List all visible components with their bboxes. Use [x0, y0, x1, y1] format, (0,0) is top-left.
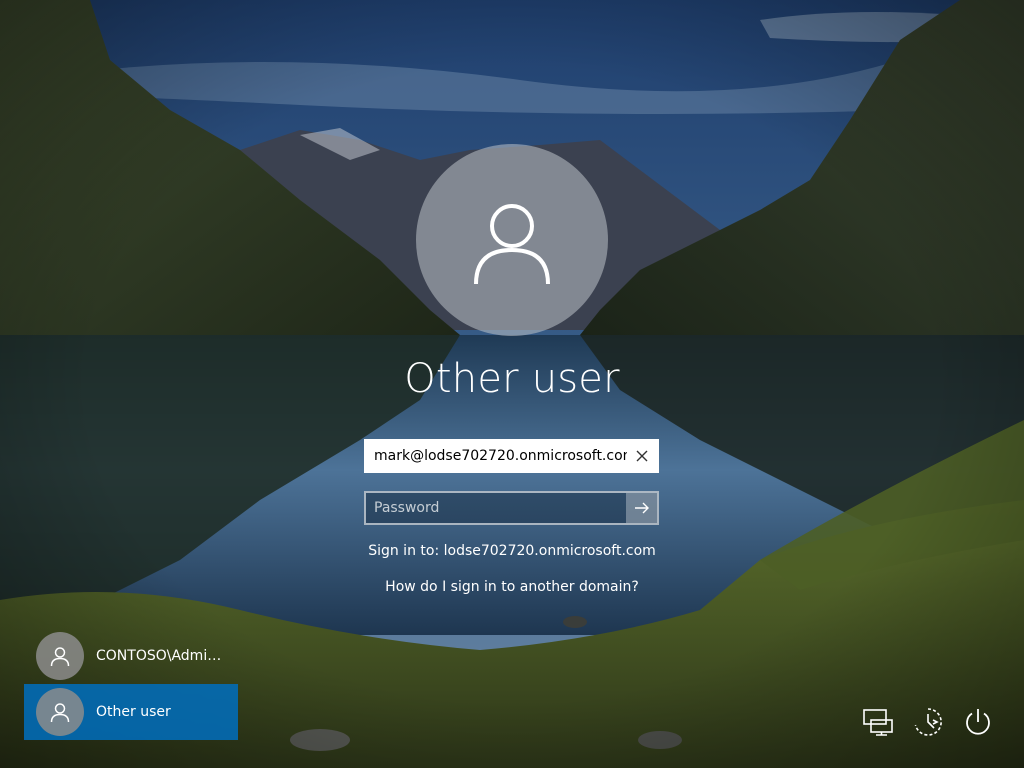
user-icon [50, 647, 70, 667]
network-icon [863, 709, 893, 736]
other-domain-link[interactable]: How do I sign in to another domain? [312, 579, 712, 595]
signin-domain-text: Sign in to: lodse702720.onmicrosoft.com [368, 543, 656, 559]
clear-button[interactable] [627, 441, 657, 471]
password-field[interactable] [364, 491, 659, 525]
submit-button[interactable] [626, 493, 657, 523]
username-input[interactable] [366, 441, 627, 471]
ease-of-access-icon [914, 708, 942, 736]
user-name-title: Other user [404, 356, 620, 402]
user-icon [50, 703, 70, 723]
user-tile-label: CONTOSO\Admin... [96, 648, 228, 664]
user-tile-contoso-admin[interactable]: CONTOSO\Admin... [24, 628, 238, 684]
ease-of-access-button[interactable] [912, 706, 944, 738]
power-icon [966, 709, 990, 735]
user-avatar [416, 144, 608, 336]
system-icons [862, 706, 994, 738]
username-field[interactable] [364, 439, 659, 473]
user-list: CONTOSO\Admin... Other user [24, 628, 238, 740]
close-icon [636, 450, 648, 462]
power-button[interactable] [962, 706, 994, 738]
user-tile-label: Other user [96, 704, 171, 720]
avatar [36, 688, 84, 736]
network-button[interactable] [862, 706, 894, 738]
password-input[interactable] [366, 493, 626, 523]
user-icon [474, 204, 550, 285]
arrow-right-icon [634, 502, 649, 514]
avatar [36, 632, 84, 680]
user-tile-other-user[interactable]: Other user [24, 684, 238, 740]
